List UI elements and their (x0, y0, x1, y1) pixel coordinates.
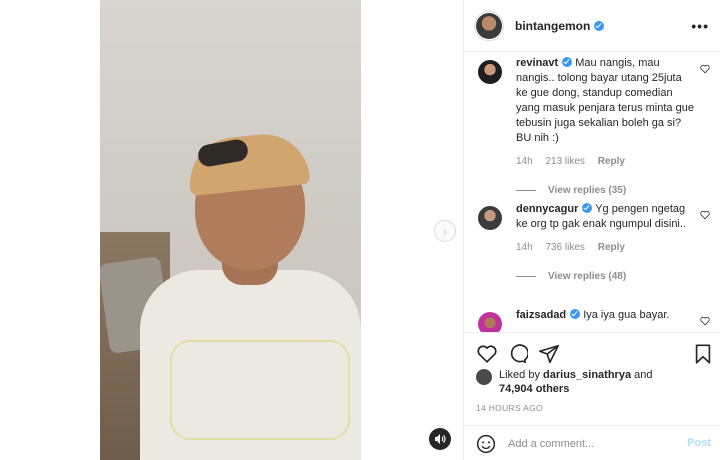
commenter-avatar[interactable] (478, 206, 502, 230)
view-replies-label: View replies (35) (548, 185, 627, 196)
emoji-icon[interactable] (476, 434, 496, 454)
action-icons-row (476, 343, 712, 365)
likes-count[interactable]: 74,904 others (499, 383, 569, 395)
video-shirt-graphic (170, 340, 350, 440)
reply-button[interactable]: Reply (598, 242, 625, 253)
share-icon[interactable] (538, 343, 560, 365)
sound-icon[interactable] (429, 428, 451, 450)
view-replies-button[interactable]: View replies (48) (516, 271, 714, 282)
more-icon[interactable]: ••• (691, 18, 709, 34)
add-comment-bar: Post (464, 425, 720, 460)
comment-username[interactable]: dennycagur (516, 203, 578, 215)
view-replies-button[interactable]: View replies (35) (516, 185, 714, 196)
comment-text: Iya iya gua bayar. (583, 309, 670, 321)
author-avatar[interactable] (474, 10, 504, 41)
comment-item: dennycagur Yg pengen ngetag ke org tp ga… (478, 202, 714, 282)
bookmark-icon[interactable] (692, 343, 714, 365)
verified-badge-icon (562, 57, 573, 67)
heart-icon[interactable] (700, 64, 710, 74)
verified-badge-icon (594, 20, 605, 31)
comment-likes[interactable]: 213 likes (545, 156, 584, 167)
comment-icon[interactable] (506, 343, 528, 365)
comment-time: 14h (516, 242, 533, 253)
commenter-avatar[interactable] (478, 312, 502, 332)
comment-text: Mau nangis, mau nangis.. tolong bayar ut… (516, 57, 694, 144)
author-username[interactable]: bintangemon (515, 19, 605, 33)
comment-username[interactable]: faizsadad (516, 309, 566, 321)
comment-input[interactable] (508, 437, 678, 450)
heart-icon[interactable] (700, 316, 710, 326)
commenter-avatar[interactable] (478, 60, 502, 84)
post-header: bintangemon ••• (464, 0, 720, 52)
post-actions: Liked by darius_sinathrya and 74,904 oth… (464, 332, 720, 460)
comment-item: revinavt Mau nangis, mau nangis.. tolong… (478, 56, 714, 196)
reply-button[interactable]: Reply (598, 156, 625, 167)
post-button[interactable]: Post (687, 437, 711, 449)
divider (516, 276, 536, 277)
verified-badge-icon (582, 203, 593, 213)
verified-badge-icon (570, 309, 581, 319)
post-timestamp[interactable]: 14 HOURS AGO (476, 403, 543, 413)
comment-meta: 14h 213 likes Reply (516, 156, 714, 167)
heart-icon[interactable] (700, 210, 710, 220)
heart-icon[interactable] (476, 343, 498, 365)
comment-likes[interactable]: 736 likes (545, 242, 584, 253)
comments-list: revinavt Mau nangis, mau nangis.. tolong… (464, 52, 720, 332)
comment-username[interactable]: revinavt (516, 57, 558, 69)
liker-username[interactable]: darius_sinathrya (543, 369, 631, 381)
divider (516, 190, 536, 191)
next-arrow-icon[interactable]: › (434, 220, 456, 242)
likes-prefix: Liked by (499, 369, 544, 381)
media-area: › (0, 0, 463, 460)
view-replies-label: View replies (48) (548, 271, 627, 282)
comment-time: 14h (516, 156, 533, 167)
liker-avatar[interactable] (476, 369, 492, 385)
comment-meta: 14h 736 likes Reply (516, 242, 714, 253)
likes-middle: and (631, 369, 653, 381)
post-video[interactable] (100, 0, 361, 460)
likes-summary: Liked by darius_sinathrya and 74,904 oth… (476, 368, 712, 396)
comment-item: faizsadad Iya iya gua bayar. (478, 308, 714, 332)
post-side-panel: bintangemon ••• revinavt Mau nangis, mau… (463, 0, 720, 460)
